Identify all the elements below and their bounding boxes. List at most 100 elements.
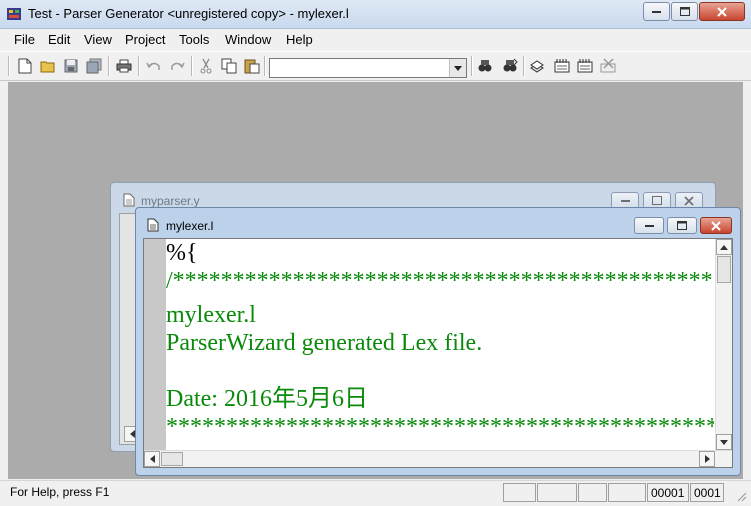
- scroll-down-button[interactable]: [716, 434, 732, 450]
- menu-view[interactable]: View: [84, 32, 112, 47]
- menu-help[interactable]: Help: [286, 32, 313, 47]
- find-next-button[interactable]: [500, 56, 520, 76]
- close-icon: [717, 6, 727, 17]
- cut-icon: [200, 58, 212, 74]
- maximize-icon: [679, 7, 690, 16]
- undo-button[interactable]: [144, 56, 164, 76]
- open-button[interactable]: [38, 56, 58, 76]
- scroll-right-button[interactable]: [699, 451, 715, 467]
- chevron-right-icon: [704, 455, 710, 463]
- redo-button[interactable]: [167, 56, 187, 76]
- undo-icon: [146, 62, 160, 70]
- app-icon: [6, 6, 22, 22]
- maximize-button[interactable]: [671, 2, 698, 21]
- child-close-button[interactable]: [700, 217, 732, 234]
- status-column-number: 0001: [690, 483, 724, 502]
- window-title: Test - Parser Generator <unregistered co…: [28, 6, 349, 21]
- save-button[interactable]: [61, 56, 81, 76]
- rebuild-icon: [577, 59, 593, 73]
- document-icon: [147, 218, 159, 235]
- status-text: For Help, press F1: [10, 485, 110, 499]
- main-title-bar[interactable]: Test - Parser Generator <unregistered co…: [0, 0, 751, 29]
- print-button[interactable]: [114, 56, 134, 76]
- copy-icon: [221, 58, 237, 74]
- combo-dropdown-button[interactable]: [449, 59, 466, 77]
- toolbar-grip: [8, 56, 10, 76]
- close-icon: [711, 220, 721, 231]
- toolbar-separator: [191, 56, 193, 76]
- paste-icon: [244, 59, 260, 74]
- status-line-number: 00001: [647, 483, 689, 502]
- scroll-thumb[interactable]: [161, 452, 183, 466]
- build-button[interactable]: [527, 56, 547, 76]
- code-line: mylexer.l: [166, 302, 256, 328]
- status-bar: For Help, press F1 00001 0001: [0, 480, 751, 506]
- find-icon: [478, 60, 492, 72]
- code-line: ****************************************…: [166, 414, 714, 440]
- code-line: ParserWizard generated Lex file.: [166, 330, 483, 356]
- child-window-title: myparser.y: [141, 194, 200, 208]
- menu-window[interactable]: Window: [225, 32, 271, 47]
- chevron-left-icon: [129, 430, 135, 438]
- child-maximize-button[interactable]: [667, 217, 697, 234]
- child-minimize-button[interactable]: [634, 217, 664, 234]
- child-window-mylexer[interactable]: mylexer.l %{ /**************************…: [135, 207, 741, 476]
- compile-icon: [554, 59, 570, 73]
- save-all-icon: [86, 58, 102, 74]
- status-pane: [503, 483, 536, 502]
- horizontal-scrollbar[interactable]: [144, 450, 732, 467]
- editor[interactable]: %{ /************************************…: [143, 238, 733, 468]
- code-line: Date: 2016年5月6日: [166, 386, 368, 412]
- scroll-thumb[interactable]: [717, 256, 731, 283]
- chevron-down-icon: [720, 439, 728, 445]
- rebuild-button[interactable]: [575, 56, 595, 76]
- stop-build-button[interactable]: [598, 56, 618, 76]
- editor-gutter: [144, 239, 166, 451]
- paste-button[interactable]: [242, 56, 262, 76]
- compile-button[interactable]: [552, 56, 572, 76]
- scroll-up-button[interactable]: [716, 239, 732, 255]
- code-area[interactable]: %{ /************************************…: [166, 239, 714, 451]
- find-button[interactable]: [475, 56, 495, 76]
- status-pane: [608, 483, 646, 502]
- menu-project[interactable]: Project: [125, 32, 165, 47]
- new-file-button[interactable]: [15, 56, 35, 76]
- toolbar-separator: [138, 56, 140, 76]
- code-line: %{: [166, 240, 198, 266]
- save-icon: [64, 59, 78, 73]
- menu-edit[interactable]: Edit: [48, 32, 70, 47]
- chevron-left-icon: [149, 455, 155, 463]
- code-line: /***************************************…: [166, 268, 714, 294]
- toolbar-combo[interactable]: [269, 58, 467, 78]
- copy-button[interactable]: [219, 56, 239, 76]
- minimize-icon: [652, 11, 661, 13]
- minimize-button[interactable]: [643, 2, 670, 21]
- chevron-down-icon: [454, 65, 462, 71]
- maximize-icon: [677, 221, 687, 230]
- toolbar-separator: [264, 56, 266, 76]
- minimize-icon: [644, 225, 654, 227]
- open-folder-icon: [40, 61, 55, 73]
- cut-button[interactable]: [196, 56, 216, 76]
- new-file-icon: [18, 58, 32, 74]
- child-window-title: mylexer.l: [166, 219, 214, 233]
- status-pane: [578, 483, 607, 502]
- save-all-button[interactable]: [84, 56, 104, 76]
- status-pane: [537, 483, 577, 502]
- print-icon: [116, 59, 132, 73]
- find-next-icon: [503, 58, 518, 72]
- close-button[interactable]: [699, 2, 745, 21]
- minimize-icon: [620, 200, 630, 202]
- menu-bar: File Edit View Project Tools Window Help: [0, 29, 751, 50]
- toolbar-separator: [523, 56, 525, 76]
- vertical-scrollbar[interactable]: [715, 239, 732, 451]
- menu-tools[interactable]: Tools: [179, 32, 209, 47]
- menu-file[interactable]: File: [14, 32, 35, 47]
- document-icon: [123, 193, 135, 210]
- build-icon: [530, 60, 544, 73]
- redo-icon: [171, 62, 185, 70]
- maximize-icon: [652, 196, 662, 205]
- scroll-left-button[interactable]: [144, 451, 160, 467]
- resize-grip-icon[interactable]: [735, 490, 747, 502]
